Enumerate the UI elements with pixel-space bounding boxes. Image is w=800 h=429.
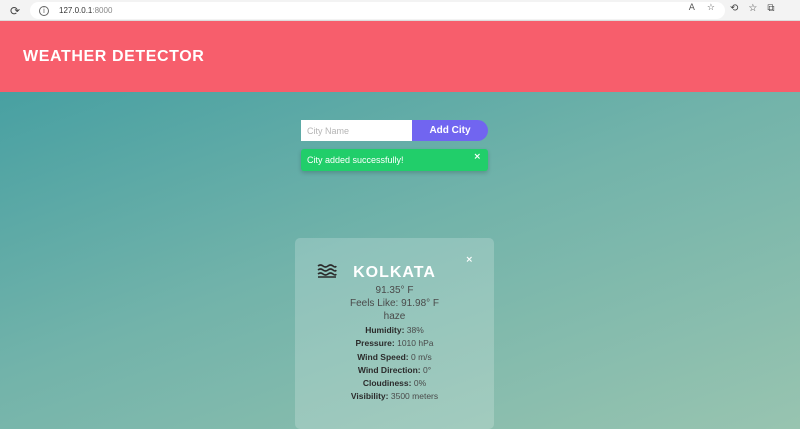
weather-stats: Humidity: 38% Pressure: 1010 hPa Wind Sp… bbox=[295, 324, 494, 404]
city-name: KOLKATA bbox=[353, 264, 436, 281]
weather-card: × KOLKATA 91.35° F Feels Like: 91.98° F … bbox=[295, 238, 494, 429]
extensions-icon[interactable]: ⟲ bbox=[730, 3, 738, 14]
collections-icon[interactable]: ⧉ bbox=[767, 3, 774, 14]
stat-pressure: Pressure: 1010 hPa bbox=[355, 338, 434, 349]
stat-visibility: Visibility: 3500 meters bbox=[350, 391, 439, 402]
url-text[interactable]: 127.0.0.1:8000 bbox=[59, 6, 112, 15]
add-city-button[interactable]: Add City bbox=[412, 120, 488, 141]
weather-description: haze bbox=[383, 311, 406, 322]
stat-cloudiness: Cloudiness: 0% bbox=[362, 378, 427, 389]
app-header: WEATHER DETECTOR bbox=[0, 21, 800, 92]
success-alert: City added successfully! × bbox=[301, 149, 488, 171]
favorites-icon[interactable]: ☆ bbox=[748, 3, 757, 14]
feels-like: Feels Like: 91.98° F bbox=[349, 298, 440, 309]
address-bar[interactable]: i 127.0.0.1:8000 A ☆ bbox=[30, 2, 725, 19]
alert-message: City added successfully! bbox=[307, 155, 404, 165]
read-aloud-icon[interactable]: A bbox=[689, 3, 695, 13]
stat-humidity: Humidity: 38% bbox=[365, 325, 424, 335]
stat-wind-speed: Wind Speed: 0 m/s bbox=[357, 351, 432, 362]
temperature: 91.35° F bbox=[375, 285, 414, 296]
page-title: WEATHER DETECTOR bbox=[23, 47, 205, 65]
reload-icon[interactable]: ⟳ bbox=[7, 3, 23, 19]
city-name-input[interactable] bbox=[301, 120, 412, 141]
site-info-icon[interactable]: i bbox=[39, 5, 49, 16]
search-form: Add City bbox=[301, 120, 488, 141]
alert-close-icon[interactable]: × bbox=[473, 152, 481, 162]
main-content: Add City City added successfully! × × KO… bbox=[0, 92, 800, 429]
stat-wind-direction: Wind Direction: 0° bbox=[357, 364, 432, 375]
favorite-star-icon[interactable]: ☆ bbox=[707, 3, 715, 13]
browser-toolbar: ⟳ i 127.0.0.1:8000 A ☆ ⟲ ☆ ⧉ bbox=[0, 0, 800, 21]
